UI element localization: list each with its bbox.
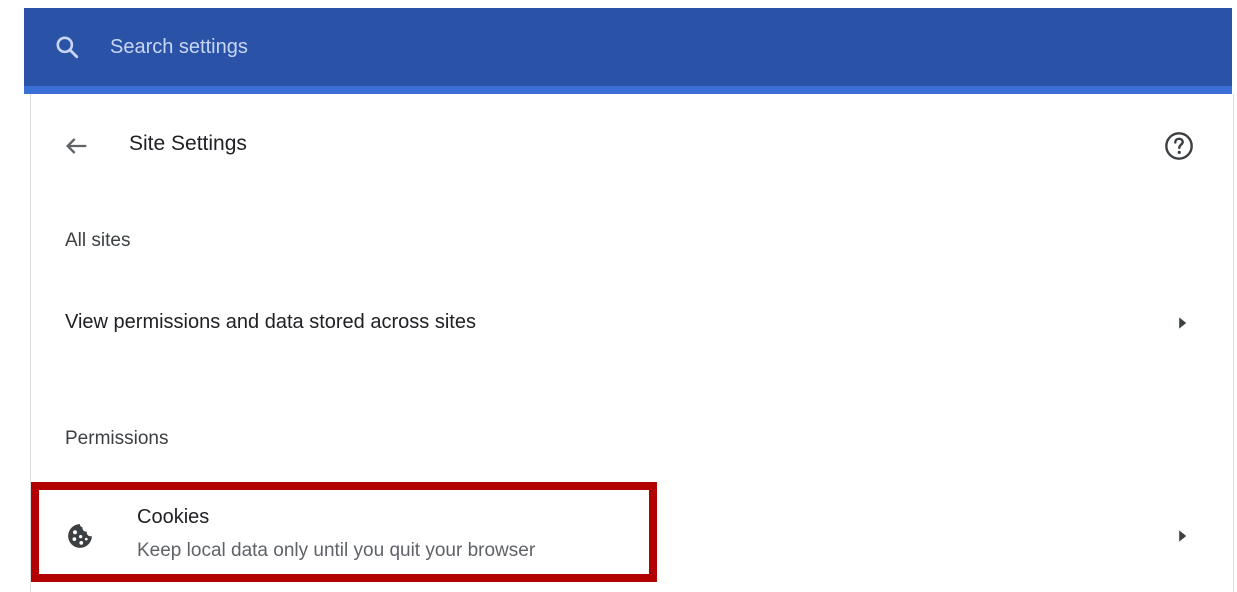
all-sites-heading: All sites: [65, 230, 131, 251]
page-title: Site Settings: [129, 132, 247, 155]
help-circle-icon[interactable]: [1163, 130, 1195, 162]
site-settings-card: Site Settings All sites View permissions…: [30, 94, 1234, 592]
search-icon: [56, 36, 79, 59]
cookies-row[interactable]: Cookies Keep local data only until you q…: [31, 492, 1233, 580]
view-permissions-row[interactable]: View permissions and data stored across …: [31, 294, 1233, 352]
search-input[interactable]: [110, 30, 710, 64]
search-bar: [24, 8, 1232, 86]
chevron-right-icon: [1179, 317, 1187, 329]
cookies-subtitle: Keep local data only until you quit your…: [137, 540, 536, 561]
cookies-title: Cookies: [137, 506, 210, 528]
arrow-left-icon[interactable]: [63, 132, 91, 160]
settings-page: Site Settings All sites View permissions…: [0, 0, 1237, 592]
view-permissions-label: View permissions and data stored across …: [65, 311, 476, 333]
header-accent-strip: [24, 86, 1232, 94]
permissions-heading: Permissions: [65, 428, 169, 449]
cookie-icon: [68, 524, 92, 548]
chevron-right-icon: [1179, 530, 1187, 542]
